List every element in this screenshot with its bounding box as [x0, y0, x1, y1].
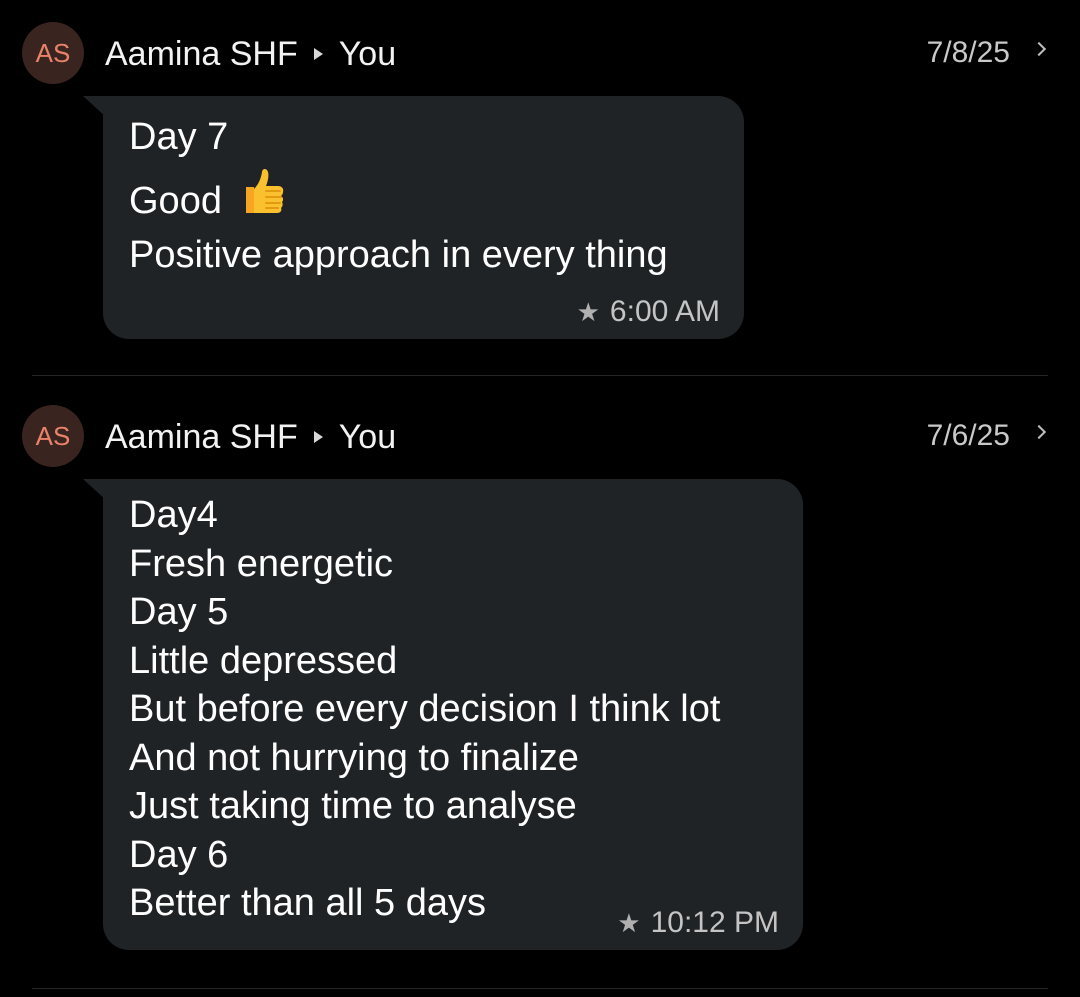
message-meta: ★ 10:12 PM	[617, 906, 779, 940]
message-body: Day 7 Good Positive approach in every th…	[129, 108, 668, 285]
play-arrow-icon	[313, 48, 323, 60]
message-line: Day 6	[129, 833, 229, 876]
message-date: 7/6/25	[926, 419, 1010, 452]
message-line: Positive approach in every thing	[129, 234, 668, 276]
message-line: But before every decision I think lot	[129, 688, 721, 730]
message-line: Good	[129, 167, 668, 226]
message-line: Just taking time to analyse	[129, 785, 577, 827]
avatar[interactable]: AS	[22, 22, 84, 84]
message-line-text: Good	[129, 180, 222, 223]
sender-name: Aamina SHF	[105, 417, 298, 456]
chevron-right-icon[interactable]	[1031, 424, 1047, 440]
message-meta: ★ 6:00 AM	[577, 295, 720, 329]
thumbs-up-icon	[232, 163, 286, 235]
message-line: And not hurrying to finalize	[129, 736, 579, 779]
star-icon: ★	[576, 297, 600, 327]
bubble-tail	[83, 479, 107, 501]
message-line: Fresh energetic	[129, 542, 394, 585]
sender-name: Aamina SHF	[105, 34, 298, 73]
bubble-tail	[83, 96, 107, 118]
message-line: Day 5	[129, 591, 229, 633]
message-header[interactable]: AS Aamina SHF You 7/8/25	[0, 22, 1080, 86]
message-time: 6:00 AM	[609, 295, 720, 328]
sender-recipient: Aamina SHF You	[105, 417, 396, 457]
message-date: 7/8/25	[926, 36, 1010, 69]
message-bubble[interactable]: Day 7 Good Positive approach in every th…	[83, 96, 744, 339]
message-body: Day4 Fresh energetic Day 5 Little depres…	[129, 491, 720, 928]
message-bubble[interactable]: Day4 Fresh energetic Day 5 Little depres…	[83, 479, 803, 950]
star-icon: ★	[617, 908, 641, 938]
message-header[interactable]: AS Aamina SHF You 7/6/25	[0, 405, 1080, 469]
message-line: Day 7	[129, 116, 229, 158]
message-line: Day4	[129, 494, 218, 536]
message-line: Little depressed	[129, 639, 398, 682]
message-time: 10:12 PM	[650, 906, 779, 939]
avatar[interactable]: AS	[22, 405, 84, 467]
play-arrow-icon	[313, 431, 323, 443]
chevron-right-icon[interactable]	[1031, 41, 1047, 57]
sender-recipient: Aamina SHF You	[105, 34, 396, 74]
recipient-name: You	[338, 417, 397, 456]
divider	[32, 988, 1048, 989]
divider	[32, 375, 1048, 376]
recipient-name: You	[338, 34, 397, 73]
